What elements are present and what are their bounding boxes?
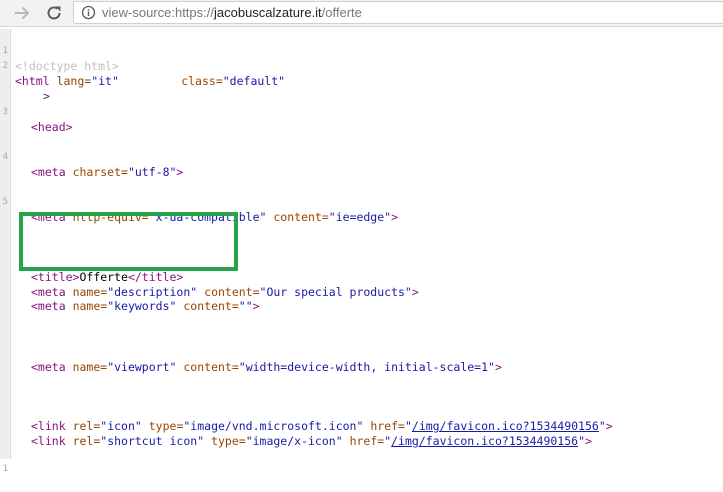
attr-name: content= [204, 285, 260, 299]
code-text: <meta name="viewport" content="width=dev… [31, 360, 502, 375]
code-text: <meta name="keywords" content=""> [31, 299, 260, 314]
attr-name: type= [148, 419, 184, 433]
attr-name: rel= [72, 434, 101, 448]
attr-value: "viewport" [107, 360, 177, 374]
reload-button[interactable] [44, 3, 64, 23]
code-text: <head> [31, 120, 73, 135]
url-text[interactable]: view-source:https://jacobuscalzature.it/… [102, 5, 362, 21]
title-open-tag: <title> [31, 270, 80, 284]
attr-name: content= [273, 210, 329, 224]
doctype: <!doctype html> [15, 59, 119, 73]
tag-close: > [43, 89, 50, 103]
source-view[interactable]: 1 <!doctype html> 2 <html lang="it" clas… [0, 29, 723, 474]
code-text: <!doctype html> [15, 59, 119, 74]
head-tag: <head> [31, 120, 73, 134]
source-line: 3 <head> [0, 90, 73, 134]
meta-tag: <meta [31, 285, 66, 299]
source-line: 1 [0, 447, 28, 474]
attr-value: "image/x-icon" [245, 434, 343, 448]
code-text: > [43, 89, 50, 104]
attr-value: "shortcut icon" [100, 434, 205, 448]
code-text: <meta charset="utf-8"> [31, 165, 183, 180]
line-number: 1 [2, 464, 8, 474]
source-line: <meta name="viewport" content="width=dev… [0, 330, 502, 374]
attr-value: "it" [91, 74, 119, 88]
tag-close: > [605, 419, 613, 433]
attr-name: charset= [72, 165, 128, 179]
tag-close: > [252, 299, 260, 313]
url-prefix: view-source:https:// [102, 5, 214, 20]
quote: " [578, 434, 585, 448]
attr-name: href= [349, 434, 385, 448]
favicon-link[interactable]: /img/favicon.ico?1534490156 [412, 419, 599, 433]
link-tag: <link [31, 434, 66, 448]
attr-value: "image/vnd.microsoft.icon" [183, 419, 364, 433]
title-text: Offerte [79, 270, 128, 284]
source-line: 4 <meta charset="utf-8"> [0, 135, 184, 179]
tag-close: > [411, 285, 419, 299]
highlight-annotation-box [19, 212, 238, 271]
quote: " [598, 419, 606, 433]
info-icon[interactable] [81, 5, 96, 20]
attr-value: "Our special products" [259, 285, 412, 299]
source-line: 5 <meta http-equiv="x-ua-compatible" con… [0, 180, 398, 224]
source-line: <meta name="keywords" content=""> [0, 269, 260, 313]
code-text: <link rel="icon" type="image/vnd.microso… [31, 419, 613, 434]
code-text: <title>Offerte</title> [31, 270, 183, 285]
url-host: jacobuscalzature.it [214, 5, 322, 20]
reload-icon [47, 6, 61, 20]
tag-close: > [494, 360, 502, 374]
tag-close: > [176, 165, 184, 179]
attr-value: "default" [222, 74, 286, 88]
source-line: > [0, 59, 50, 103]
source-line: 2 <html lang="it" class="default" [0, 44, 285, 88]
attr-name: lang= [56, 74, 92, 88]
meta-tag: <meta [31, 165, 66, 179]
line-number: 3 [2, 107, 8, 117]
attr-value: "" [238, 299, 253, 313]
attr-name: name= [72, 360, 108, 374]
address-bar[interactable]: view-source:https://jacobuscalzature.it/… [73, 1, 723, 24]
url-path: /offerte [321, 5, 362, 20]
attr-name: rel= [72, 419, 101, 433]
attr-value: "description" [107, 285, 198, 299]
attr-name: class= [181, 74, 223, 88]
code-text: <link rel="shortcut icon" type="image/x-… [31, 434, 592, 449]
attr-value: "width=device-width, initial-scale=1" [238, 360, 495, 374]
source-line: <link rel="shortcut icon" type="image/x-… [0, 404, 592, 448]
forward-button[interactable] [12, 3, 32, 23]
code-text: <meta name="description" content="Our sp… [31, 285, 419, 300]
attr-name: name= [72, 299, 108, 313]
quote: " [404, 419, 412, 433]
tag-close: > [391, 210, 399, 224]
line-number: 5 [2, 197, 8, 207]
browser-toolbar: view-source:https://jacobuscalzature.it/… [0, 0, 723, 27]
attr-value: "icon" [100, 419, 142, 433]
attr-name: type= [211, 434, 246, 448]
source-line: <link rel="icon" type="image/vnd.microso… [0, 389, 613, 433]
link-tag: <link [31, 419, 66, 433]
tag-close: > [585, 434, 592, 448]
line-number: 4 [2, 152, 8, 162]
attr-value: "keywords" [107, 299, 177, 313]
attr-name: name= [72, 285, 108, 299]
attr-value: "utf-8" [127, 165, 177, 179]
arrow-right-icon [15, 6, 30, 20]
meta-tag: <meta [31, 299, 66, 313]
attr-name: content= [183, 360, 239, 374]
attr-name: content= [183, 299, 239, 313]
title-close-tag: </title> [127, 270, 184, 284]
attr-value: "ie=edge" [328, 210, 392, 224]
code-text: <html lang="it" class="default" [15, 74, 285, 89]
source-line: 1 <!doctype html> [0, 29, 119, 73]
meta-tag: <meta [31, 360, 66, 374]
favicon-link[interactable]: /img/favicon.ico?1534490156 [391, 434, 578, 448]
attr-name: href= [370, 419, 405, 433]
